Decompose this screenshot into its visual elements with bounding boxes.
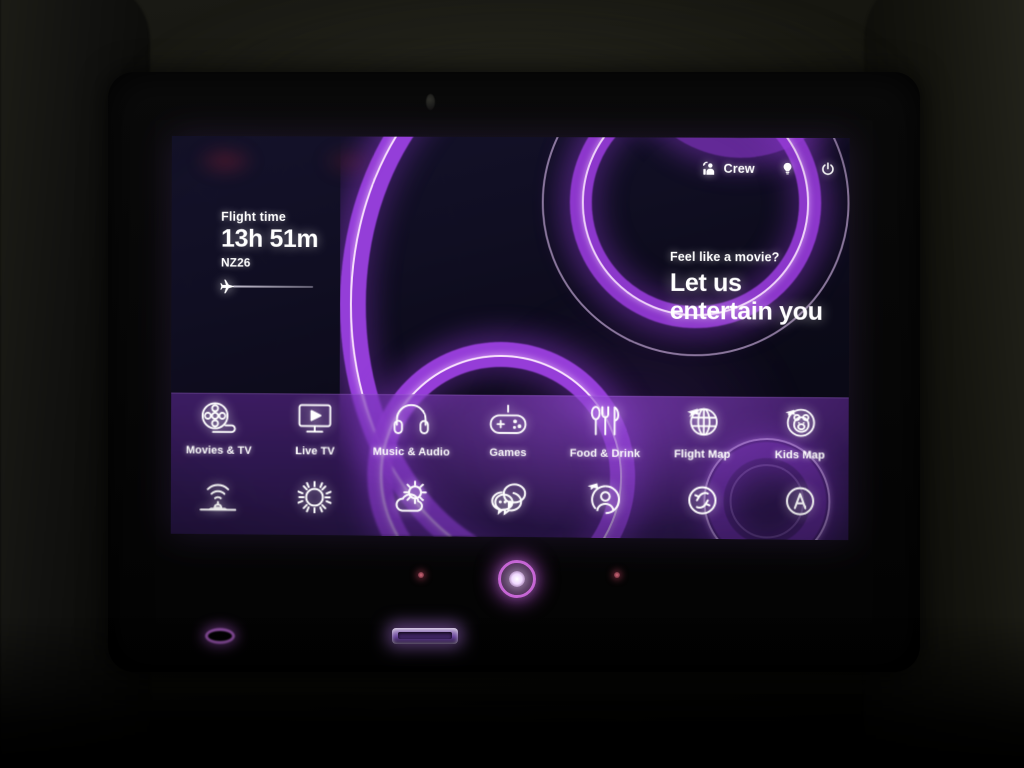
promo-banner[interactable]: Feel like a movie? Let us entertain you xyxy=(670,250,850,327)
dock-item-flight-map[interactable]: Flight Map xyxy=(654,404,752,461)
home-button[interactable] xyxy=(498,560,536,598)
crew-profile-icon xyxy=(583,480,627,525)
promo-subtitle: Feel like a movie? xyxy=(669,249,780,265)
dock-item-live-tv[interactable]: Live TV xyxy=(267,401,363,458)
crew-call-icon xyxy=(700,160,717,176)
dock-item-inflight-wifi[interactable] xyxy=(171,476,267,522)
flight-time-value: 13h 51m xyxy=(221,224,319,254)
app-dock-secondary-row xyxy=(171,476,849,527)
screenshot-root: Crew Flight time 13h 51m NZ26 Feel like … xyxy=(0,0,1024,768)
teddy-bear-icon xyxy=(780,405,820,446)
lens-flare-red-right xyxy=(320,146,377,177)
dock-label: Kids Map xyxy=(774,449,825,462)
reading-light-button[interactable] xyxy=(781,160,794,177)
flight-time-label: Flight time xyxy=(221,209,287,224)
accessibility-icon xyxy=(777,481,822,527)
chat-bubbles-icon xyxy=(486,479,530,524)
weather-icon xyxy=(389,478,433,523)
dock-item-food-and-drink[interactable]: Food & Drink xyxy=(556,403,653,460)
settings-gear-icon xyxy=(293,477,337,522)
crew-call-label: Crew xyxy=(723,161,755,176)
usb-headphone-port xyxy=(392,628,458,644)
dock-item-games[interactable]: Games xyxy=(460,403,557,460)
dock-item-kids-map[interactable]: Kids Map xyxy=(751,405,849,462)
cutlery-icon xyxy=(585,404,625,445)
ife-home-screen: Crew Flight time 13h 51m NZ26 Feel like … xyxy=(170,135,850,541)
ir-indicator xyxy=(205,628,235,644)
dock-item-currency-exchange[interactable] xyxy=(653,480,751,526)
power-icon xyxy=(820,161,835,177)
promo-headline-line1: Let us xyxy=(669,268,742,298)
dock-label: Games xyxy=(489,446,527,460)
dock-label: Movies & TV xyxy=(185,444,252,457)
dock-label: Food & Drink xyxy=(569,447,641,461)
crew-call-button[interactable]: Crew xyxy=(700,160,755,176)
app-dock-primary-row: Movies & TV Live TV Music & Audio Games … xyxy=(171,401,849,462)
airplane-icon xyxy=(219,278,236,299)
flight-progress-track xyxy=(232,285,314,288)
headphones-icon xyxy=(391,402,431,443)
screen-header: Crew xyxy=(700,160,835,178)
flight-progress-bar xyxy=(220,279,314,294)
promo-headline-line2: entertain you xyxy=(669,297,823,327)
status-led-right xyxy=(614,572,620,578)
dock-item-accessibility[interactable] xyxy=(751,481,849,527)
dock-item-crew-profile[interactable] xyxy=(556,479,653,525)
dock-label: Music & Audio xyxy=(372,445,450,459)
app-dock: Movies & TV Live TV Music & Audio Games … xyxy=(170,392,849,541)
lens-flare-red-left xyxy=(193,143,258,179)
camera-sensor xyxy=(426,94,435,110)
flight-info-panel[interactable]: Flight time 13h 51m NZ26 xyxy=(220,209,319,294)
reading-light-icon xyxy=(781,160,794,177)
film-reel-icon xyxy=(199,401,239,442)
currency-exchange-icon xyxy=(680,480,724,526)
status-led-left xyxy=(418,572,424,578)
dock-label: Flight Map xyxy=(674,448,731,461)
dock-item-chat[interactable] xyxy=(459,479,556,525)
power-button[interactable] xyxy=(820,161,835,177)
dock-item-settings[interactable] xyxy=(267,477,363,523)
globe-plane-icon xyxy=(682,404,722,445)
dock-label: Live TV xyxy=(295,445,335,458)
gamepad-icon xyxy=(488,403,528,444)
home-button-core xyxy=(509,571,525,587)
ife-display: Crew Flight time 13h 51m NZ26 Feel like … xyxy=(170,135,850,541)
dock-item-weather[interactable] xyxy=(363,478,460,524)
dock-item-movies-and-tv[interactable]: Movies & TV xyxy=(171,401,267,457)
television-icon xyxy=(295,401,335,442)
inflight-wifi-icon xyxy=(197,476,241,521)
flight-number: NZ26 xyxy=(220,255,251,270)
dock-item-music-and-audio[interactable]: Music & Audio xyxy=(363,402,460,459)
